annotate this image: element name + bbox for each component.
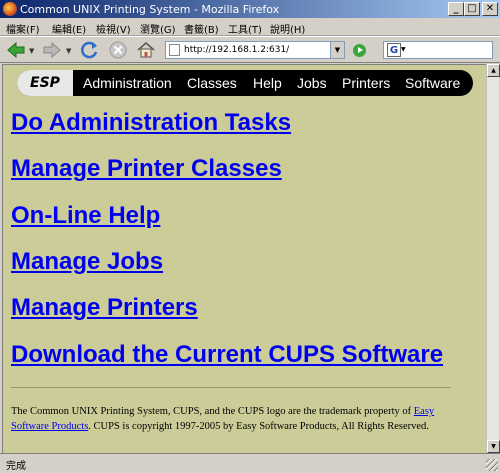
link-download-cups[interactable]: Download the Current CUPS Software	[11, 341, 443, 369]
link-administration[interactable]: Do Administration Tasks	[11, 109, 291, 137]
menu-file[interactable]: 檔案(F)	[6, 21, 40, 36]
menu-view[interactable]: 檢視(V)	[96, 21, 131, 36]
footer-text-before: The Common UNIX Printing System, CUPS, a…	[11, 406, 414, 417]
nav-classes[interactable]: Classes	[187, 75, 237, 91]
home-icon[interactable]	[136, 40, 156, 60]
footer-text-after: . CUPS is copyright 1997-2005 by Easy So…	[88, 421, 429, 432]
url-bar[interactable]: http://192.168.1.2:631/ ▼	[165, 41, 345, 59]
resize-grip-icon[interactable]	[486, 459, 498, 471]
go-icon[interactable]	[353, 44, 366, 57]
title-bar: Common UNIX Printing System - Mozilla Fi…	[0, 0, 500, 18]
forward-dropdown-icon[interactable]: ▼	[66, 47, 71, 55]
esp-logo[interactable]: ESP	[17, 70, 73, 96]
minimize-button[interactable]: _	[448, 2, 464, 16]
link-online-help[interactable]: On-Line Help	[11, 202, 160, 230]
link-manage-jobs[interactable]: Manage Jobs	[11, 248, 163, 276]
maximize-button[interactable]: □	[464, 2, 480, 16]
menu-edit[interactable]: 編輯(E)	[52, 21, 86, 36]
menu-help[interactable]: 說明(H)	[270, 21, 305, 36]
nav-printers[interactable]: Printers	[342, 75, 390, 91]
menu-bookmarks[interactable]: 書籤(B)	[184, 21, 219, 36]
vertical-scrollbar[interactable]: ▲ ▼	[486, 64, 500, 453]
back-dropdown-icon[interactable]: ▼	[29, 47, 34, 55]
search-engine-dropdown-icon[interactable]: ▼	[401, 46, 406, 53]
search-bar[interactable]: G ▼	[383, 41, 493, 59]
page-content: ESP Administration Classes Help Jobs Pri…	[2, 64, 486, 453]
reload-icon[interactable]	[80, 40, 100, 60]
stop-icon[interactable]	[108, 40, 128, 60]
scroll-down-icon[interactable]: ▼	[487, 440, 500, 453]
google-search-icon[interactable]: G	[387, 43, 401, 57]
cups-nav-bar: ESP Administration Classes Help Jobs Pri…	[17, 70, 473, 96]
navigation-toolbar: ▼ ▼ http://192.168.1.2:631/ ▼ G ▼	[0, 36, 500, 63]
url-dropdown-icon[interactable]: ▼	[330, 42, 344, 58]
scroll-up-icon[interactable]: ▲	[487, 64, 500, 77]
window-title: Common UNIX Printing System - Mozilla Fi…	[20, 3, 280, 16]
page-icon	[169, 44, 180, 56]
divider	[11, 387, 451, 388]
nav-administration[interactable]: Administration	[83, 75, 172, 91]
status-bar: 完成	[0, 453, 500, 473]
nav-software[interactable]: Software	[405, 75, 460, 91]
firefox-icon	[3, 2, 17, 16]
menu-go[interactable]: 瀏覽(G)	[140, 21, 176, 36]
status-text: 完成	[6, 461, 26, 472]
back-icon[interactable]	[6, 40, 26, 60]
menu-bar: 檔案(F) 編輯(E) 檢視(V) 瀏覽(G) 書籤(B) 工具(T) 說明(H…	[0, 18, 500, 36]
link-printer-classes[interactable]: Manage Printer Classes	[11, 155, 282, 183]
nav-jobs[interactable]: Jobs	[297, 75, 327, 91]
close-button[interactable]: ✕	[482, 2, 498, 16]
forward-icon[interactable]	[42, 40, 62, 60]
url-text[interactable]: http://192.168.1.2:631/	[184, 45, 289, 55]
nav-help[interactable]: Help	[253, 75, 282, 91]
menu-tools[interactable]: 工具(T)	[228, 21, 262, 36]
link-manage-printers[interactable]: Manage Printers	[11, 294, 198, 322]
footer-copyright: The Common UNIX Printing System, CUPS, a…	[11, 404, 471, 434]
